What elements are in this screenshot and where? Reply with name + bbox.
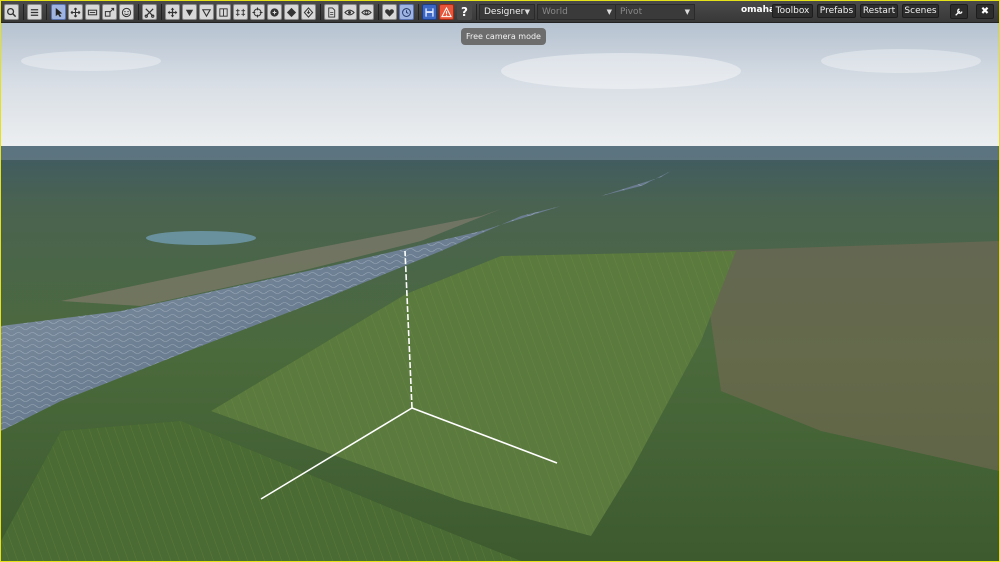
terrain-down-icon[interactable] [182, 4, 197, 20]
columns-icon[interactable] [216, 4, 231, 20]
editor-window: ? Designer ▼ World ▼ Pivot ▼ omaha Toolb… [0, 0, 1000, 562]
terrain-flat-icon[interactable] [199, 4, 214, 20]
eye-icon[interactable] [342, 4, 357, 20]
brush-icon[interactable] [267, 4, 282, 20]
hierarchy-icon[interactable] [27, 4, 42, 20]
chevron-down-icon: ▼ [684, 8, 690, 16]
diamond-icon[interactable] [284, 4, 299, 20]
pin-icon[interactable] [301, 4, 316, 20]
separator [378, 4, 379, 20]
clock-icon[interactable] [399, 4, 414, 20]
search-icon[interactable] [4, 4, 19, 20]
wrench-icon[interactable] [950, 4, 968, 19]
separator [23, 4, 24, 20]
separator [476, 4, 477, 20]
close-icon[interactable]: ✖ [976, 4, 994, 19]
link-icon[interactable] [233, 4, 248, 20]
project-name: omaha [741, 5, 776, 15]
help-icon[interactable]: ? [457, 4, 472, 20]
scale-icon[interactable] [102, 4, 117, 20]
mode-dropdown-value: Designer [484, 7, 525, 17]
document-icon[interactable] [324, 4, 339, 20]
space-dropdown[interactable]: World ▼ [537, 4, 617, 20]
separator [46, 4, 47, 20]
cloud [501, 53, 741, 89]
prefabs-button[interactable]: Prefabs [817, 4, 856, 18]
separator [418, 4, 419, 20]
space-dropdown-value: World [542, 7, 568, 17]
chevron-down-icon: ▼ [606, 8, 612, 16]
snap-icon[interactable] [165, 4, 180, 20]
warning-icon[interactable] [439, 4, 454, 20]
mode-dropdown[interactable]: Designer ▼ [479, 4, 535, 20]
pivot-dropdown[interactable]: Pivot ▼ [615, 4, 695, 20]
restart-button[interactable]: Restart [860, 4, 898, 18]
save-icon[interactable] [422, 4, 437, 20]
rotate-icon[interactable] [85, 4, 100, 20]
heart-icon[interactable] [382, 4, 397, 20]
separator [161, 4, 162, 20]
scene-viewport[interactable] [1, 1, 999, 561]
separator [138, 4, 139, 20]
lake [146, 231, 256, 245]
select-icon[interactable] [51, 4, 66, 20]
toolbox-button[interactable]: Toolbox [772, 4, 813, 18]
editor-toolbar: ? Designer ▼ World ▼ Pivot ▼ omaha Toolb… [1, 1, 999, 23]
pivot-dropdown-value: Pivot [620, 7, 643, 17]
chevron-down-icon: ▼ [524, 8, 530, 16]
cut-icon[interactable] [142, 4, 157, 20]
cloud [21, 51, 161, 71]
cloud [821, 49, 981, 73]
eye-off-icon[interactable] [359, 4, 374, 20]
separator [320, 4, 321, 20]
move-icon[interactable] [68, 4, 83, 20]
scenes-button[interactable]: Scenes [902, 4, 939, 18]
tooltip: Free camera mode [461, 28, 546, 45]
sky [1, 1, 999, 151]
smiley-icon[interactable] [119, 4, 134, 20]
haze [1, 146, 999, 160]
target-icon[interactable] [250, 4, 265, 20]
